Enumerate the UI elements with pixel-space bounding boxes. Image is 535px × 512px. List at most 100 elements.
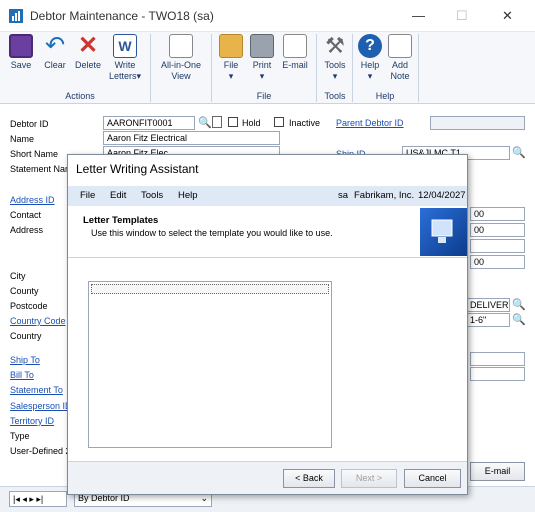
lookup-icon[interactable]: 🔍 <box>512 146 526 159</box>
ship-to-link[interactable]: Ship To <box>10 355 40 365</box>
printer-icon <box>250 34 274 58</box>
close-icon[interactable]: ✕ <box>502 8 513 24</box>
allinone-label1: All-in-One <box>160 60 201 70</box>
tax-schedule-field[interactable]: 1-6" <box>466 313 510 327</box>
tools-button[interactable]: ⚒ Tools ▾ <box>320 34 350 82</box>
hold-checkbox[interactable] <box>228 117 238 127</box>
delete-label: Delete <box>74 60 101 70</box>
write-letters-button[interactable]: W Write Letters▾ <box>106 34 144 82</box>
help-label: Help <box>360 60 380 70</box>
dialog-header: Letter Templates Use this window to sele… <box>68 206 467 258</box>
computer-monitor-icon <box>420 208 467 256</box>
address-label: Address <box>10 225 44 235</box>
lookup-icon[interactable]: 🔍 <box>512 313 526 326</box>
county-label: County <box>10 286 39 296</box>
menu-help[interactable]: Help <box>178 190 198 201</box>
title-bar: Debtor Maintenance - TWO18 (sa) — ☐ ✕ <box>0 0 535 32</box>
statement-name-label: Statement Nam <box>10 164 73 174</box>
status-date: 12/04/2027 <box>418 190 466 201</box>
print-label: Print <box>252 60 272 70</box>
contact-label: Contact <box>10 210 42 220</box>
lookup-icon[interactable]: 🔍 <box>512 298 526 311</box>
menu-edit[interactable]: Edit <box>110 190 126 201</box>
note-label: Note <box>390 71 410 81</box>
add-label: Add <box>391 60 408 70</box>
print-button[interactable]: Print ▾ <box>248 34 276 82</box>
status-company: Fabrikam, Inc. <box>354 190 415 201</box>
phone2-field[interactable]: 00 <box>470 223 525 237</box>
statement-to-link[interactable]: Statement To <box>10 385 63 395</box>
file-menu-button[interactable]: File ▾ <box>217 34 245 82</box>
minimize-icon[interactable]: — <box>412 8 425 23</box>
inactive-checkbox[interactable] <box>274 117 284 127</box>
email-button[interactable]: E-mail <box>279 34 311 71</box>
undo-icon: ↶ <box>44 32 66 59</box>
hold-label: Hold <box>242 118 261 128</box>
cancel-button[interactable]: Cancel <box>404 469 461 488</box>
back-button[interactable]: < Back <box>283 469 335 488</box>
all-in-one-view-button[interactable]: All-in-One View <box>156 34 206 82</box>
help-button[interactable]: ? Help ▾ <box>356 34 384 82</box>
inactive-label: Inactive <box>289 118 321 128</box>
tools-icon: ⚒ <box>325 33 345 58</box>
group-help: Help <box>375 91 395 101</box>
save-button[interactable]: Save <box>6 34 36 71</box>
ship-to-field[interactable] <box>470 352 525 366</box>
menu-file[interactable]: File <box>80 190 95 201</box>
delete-button[interactable]: ✕ Delete <box>72 34 104 71</box>
debtor-id-field[interactable]: AARONFIT0001 <box>103 116 195 130</box>
help-icon: ? <box>358 34 382 58</box>
name-field[interactable]: Aaron Fitz Electrical <box>103 131 280 145</box>
bill-to-link[interactable]: Bill To <box>10 370 34 380</box>
letter-templates-subtext: Use this window to select the template y… <box>91 228 333 238</box>
address-id-link[interactable]: Address ID <box>10 195 55 205</box>
allinone-label2: View <box>171 71 191 81</box>
add-note-button[interactable]: Add Note <box>386 34 414 82</box>
country-code-link[interactable]: Country Code <box>10 316 66 326</box>
phone1-field[interactable]: 00 <box>470 207 525 221</box>
clear-label: Clear <box>44 60 66 70</box>
word-document-icon: W <box>113 34 137 58</box>
separator <box>418 34 419 102</box>
delete-x-icon: ✕ <box>77 32 99 59</box>
separator <box>316 34 317 102</box>
letter-templates-list[interactable] <box>88 281 332 448</box>
phone3-field[interactable] <box>470 239 525 253</box>
next-button[interactable]: Next > <box>341 469 397 488</box>
parent-debtor-id-field[interactable] <box>430 116 525 130</box>
salesperson-id-link[interactable]: Salesperson ID <box>10 401 72 411</box>
user-defined-label: User-Defined 2 <box>10 446 71 456</box>
note-icon <box>388 34 412 58</box>
group-actions: Actions <box>65 91 95 101</box>
shipping-method-field[interactable]: DELIVERY <box>466 298 510 312</box>
record-navigation[interactable]: |◂ ◂ ▸ ▸| <box>9 491 67 507</box>
name-label: Name <box>10 134 35 144</box>
bill-to-field[interactable] <box>470 367 525 381</box>
maximize-icon[interactable]: ☐ <box>456 8 468 24</box>
dialog-title: Letter Writing Assistant <box>76 162 199 176</box>
parent-debtor-id-link[interactable]: Parent Debtor ID <box>336 118 404 128</box>
letter-writing-assistant-dialog: Letter Writing Assistant File Edit Tools… <box>67 154 468 495</box>
dialog-menubar: File Edit Tools Help sa Fabrikam, Inc. 1… <box>68 186 467 206</box>
letter-templates-heading: Letter Templates <box>83 215 159 226</box>
email-form-button[interactable]: E-mail <box>470 462 525 481</box>
letters-label: Letters <box>108 71 137 81</box>
app-icon <box>9 9 23 23</box>
menu-tools[interactable]: Tools <box>141 190 163 201</box>
lookup-icon[interactable]: 🔍 <box>198 116 212 129</box>
list-item-selected[interactable] <box>91 284 329 294</box>
group-file: File <box>256 91 272 101</box>
write-label: Write <box>114 60 136 70</box>
tools-label: Tools <box>324 60 346 70</box>
postcode-label: Postcode <box>10 301 48 311</box>
country-label: Country <box>10 331 42 341</box>
territory-id-link[interactable]: Territory ID <box>10 416 54 426</box>
clear-button[interactable]: ↶ Clear <box>40 34 70 71</box>
separator <box>211 34 212 102</box>
save-label: Save <box>10 60 32 70</box>
folder-icon <box>219 34 243 58</box>
fax-field[interactable]: 00 <box>470 255 525 269</box>
note-icon[interactable] <box>212 116 222 128</box>
envelope-icon <box>283 34 307 58</box>
city-label: City <box>10 271 26 281</box>
